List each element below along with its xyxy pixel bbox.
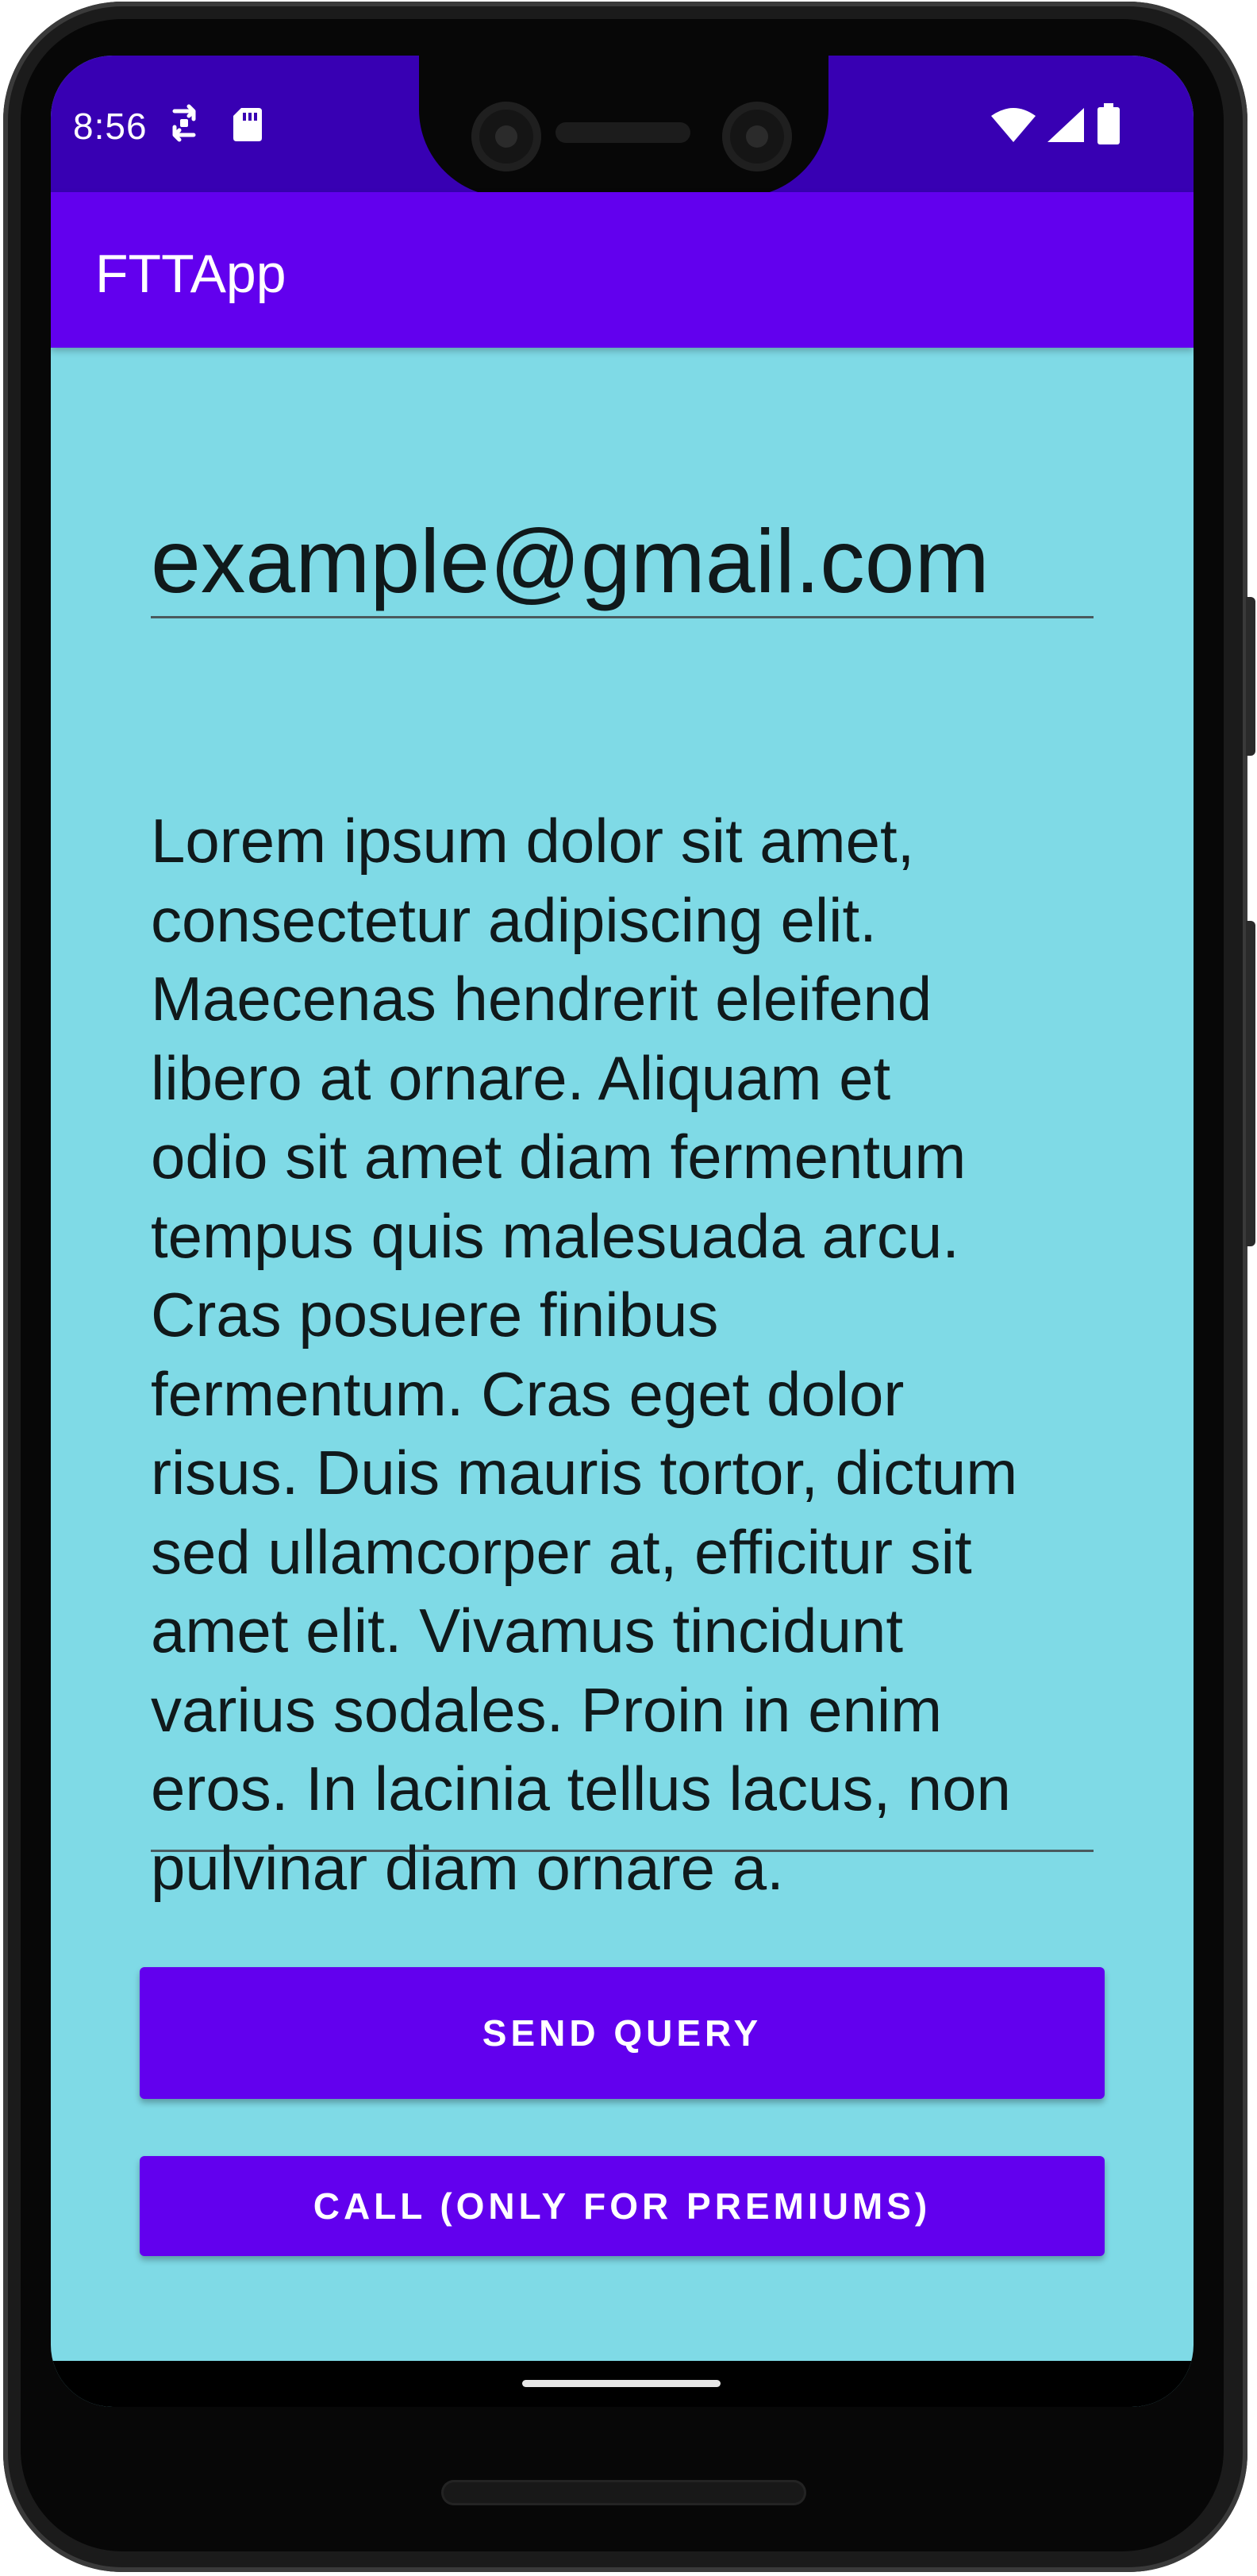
signal-icon	[1046, 106, 1086, 143]
sd-card-icon	[232, 106, 263, 143]
send-query-button[interactable]: SEND QUERY	[140, 1967, 1105, 2099]
app-bar: FTTApp	[51, 192, 1194, 348]
front-camera-right	[722, 102, 792, 171]
email-field[interactable]: example@gmail.com	[151, 476, 1094, 618]
bottom-speaker	[441, 2480, 806, 2505]
battery-icon	[1097, 103, 1121, 144]
message-input-value[interactable]: Lorem ipsum dolor sit amet, consectetur …	[151, 802, 1094, 1908]
app-title: FTTApp	[95, 244, 286, 304]
call-premium-button[interactable]: CALL (ONLY FOR PREMIUMS)	[140, 2156, 1105, 2256]
earpiece-speaker	[555, 122, 690, 143]
status-time: 8:56	[73, 106, 148, 147]
wifi-icon	[990, 108, 1036, 143]
volume-rocker	[1246, 921, 1255, 1246]
front-camera-left	[471, 102, 541, 171]
screen: 8:56 FTTApp example@gmail.com Lorem ipsu…	[51, 56, 1194, 2407]
camera-notch	[419, 56, 828, 197]
home-gesture-handle[interactable]	[522, 2380, 721, 2387]
sync-icon	[168, 103, 200, 143]
power-button	[1246, 597, 1255, 756]
phone-device: 8:56 FTTApp example@gmail.com Lorem ipsu…	[0, 0, 1257, 2576]
email-input-value[interactable]: example@gmail.com	[151, 510, 990, 613]
message-field[interactable]: Lorem ipsum dolor sit amet, consectetur …	[151, 791, 1094, 1903]
